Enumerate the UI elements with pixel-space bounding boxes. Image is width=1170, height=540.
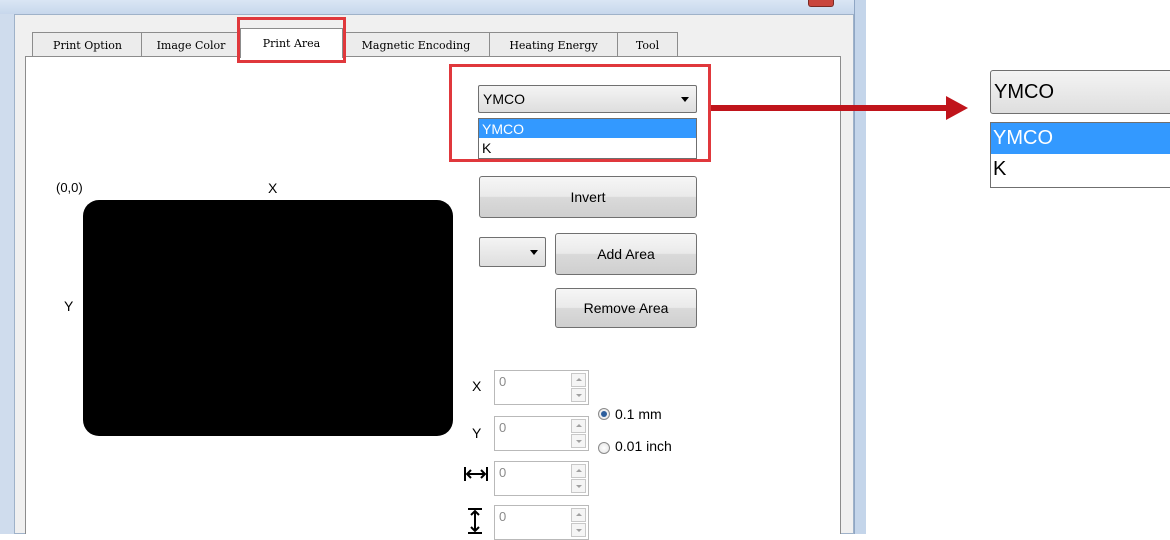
invert-button[interactable]: Invert (479, 176, 697, 218)
height-stepper[interactable]: 0 (494, 505, 589, 540)
unit-inch-radio[interactable] (598, 442, 610, 454)
tab-heating-energy[interactable]: Heating Energy (489, 32, 618, 57)
add-area-button[interactable]: Add Area (555, 233, 697, 275)
increment-icon[interactable] (571, 373, 586, 387)
window-border-right (854, 0, 866, 534)
zoomed-ribbon-option[interactable]: YMCO (991, 123, 1170, 154)
height-value: 0 (499, 509, 507, 524)
decrement-icon[interactable] (571, 434, 586, 448)
zoomed-ribbon-dropdown[interactable]: YMCO (990, 70, 1170, 114)
y-stepper-arrows[interactable] (571, 419, 586, 449)
remove-area-button[interactable]: Remove Area (555, 288, 697, 328)
origin-label: (0,0) (56, 180, 83, 195)
decrement-icon[interactable] (571, 479, 586, 493)
x-position-value: 0 (499, 374, 507, 389)
y-field-label: Y (472, 425, 482, 441)
arrow-right-icon (946, 96, 968, 120)
x-field-label: X (472, 378, 482, 394)
zoomed-ribbon-selected: YMCO (994, 80, 1054, 103)
x-axis-label: X (268, 180, 278, 196)
decrement-icon[interactable] (571, 388, 586, 402)
chevron-down-icon (530, 250, 538, 255)
width-value: 0 (499, 465, 507, 480)
x-position-stepper[interactable]: 0 (494, 370, 589, 405)
unit-mm-label: 0.1 mm (615, 406, 662, 422)
increment-icon[interactable] (571, 464, 586, 478)
decrement-icon[interactable] (571, 523, 586, 537)
title-bar (0, 0, 866, 14)
height-icon (468, 508, 482, 534)
y-axis-label: Y (64, 298, 74, 314)
close-button[interactable] (808, 0, 834, 7)
y-position-stepper[interactable]: 0 (494, 416, 589, 451)
callout-arrow-line (709, 105, 949, 111)
increment-icon[interactable] (571, 508, 586, 522)
zoomed-ribbon-option[interactable]: K (991, 154, 1170, 185)
tab-magnetic-encoding[interactable]: Magnetic Encoding (342, 32, 490, 57)
increment-icon[interactable] (571, 419, 586, 433)
tab-tool[interactable]: Tool (617, 32, 678, 57)
zoomed-ribbon-list: YMCO K (990, 122, 1170, 188)
dropdown-highlight-box (449, 64, 711, 162)
y-position-value: 0 (499, 420, 507, 435)
unit-inch-label: 0.01 inch (615, 438, 672, 454)
x-stepper-arrows[interactable] (571, 373, 586, 403)
unit-mm-radio[interactable] (598, 408, 610, 420)
width-stepper-arrows[interactable] (571, 464, 586, 494)
tab-image-color[interactable]: Image Color (141, 32, 241, 57)
card-preview[interactable] (83, 200, 453, 436)
tab-print-option[interactable]: Print Option (32, 32, 143, 57)
tab-highlight-box (237, 17, 346, 63)
area-select-dropdown[interactable] (479, 237, 546, 267)
width-icon (464, 467, 488, 481)
width-stepper[interactable]: 0 (494, 461, 589, 496)
